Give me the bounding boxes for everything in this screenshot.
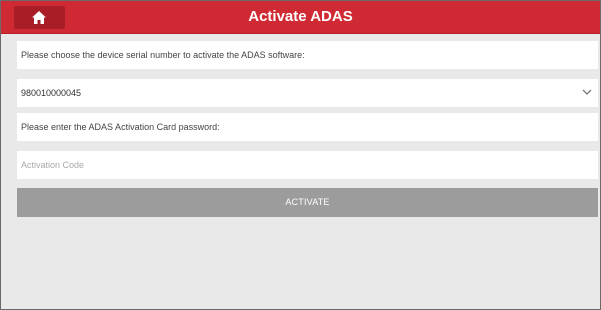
chevron-down-icon [582,89,592,95]
serial-prompt-row: Please choose the device serial number t… [17,41,598,69]
home-button[interactable] [14,6,65,29]
activation-code-input[interactable] [21,152,581,178]
page-title: Activate ADAS [248,8,353,25]
serial-number-select[interactable]: 980010000045 [17,79,598,107]
activate-button[interactable]: ACTIVATE [17,188,598,217]
serial-prompt-label: Please choose the device serial number t… [21,50,305,60]
password-prompt-label: Please enter the ADAS Activation Card pa… [21,122,220,132]
activation-code-row [17,151,598,179]
title-bar: Activate ADAS [1,1,600,34]
password-prompt-row: Please enter the ADAS Activation Card pa… [17,113,598,141]
serial-number-value: 980010000045 [21,88,82,98]
home-icon [32,11,46,24]
app-window: Activate ADAS Please choose the device s… [0,0,601,310]
